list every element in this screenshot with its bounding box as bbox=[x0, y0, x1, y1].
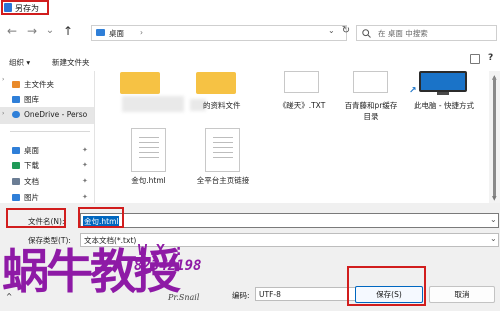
help-icon[interactable]: ? bbox=[488, 53, 493, 63]
chevron-down-icon[interactable]: ⌄ bbox=[490, 215, 497, 224]
highlight-box bbox=[78, 207, 124, 228]
gallery-icon bbox=[12, 96, 20, 103]
file-label: 百青藤和pr缓存目录 bbox=[344, 101, 398, 121]
expand-chevron-icon[interactable]: › bbox=[2, 76, 4, 83]
sidebar-item-gallery[interactable]: 图库 bbox=[12, 94, 39, 106]
sidebar-item-documents[interactable]: 文档 bbox=[12, 176, 39, 188]
file-label: 全平台主页链接 bbox=[196, 176, 250, 185]
search-icon bbox=[362, 29, 371, 38]
sidebar-item-home[interactable]: 主文件夹 bbox=[12, 79, 54, 91]
new-folder-button[interactable]: 新建文件夹 bbox=[52, 57, 90, 68]
filename-input[interactable] bbox=[80, 213, 499, 228]
organize-menu[interactable]: 组织 ▾ bbox=[9, 57, 30, 68]
computer-stand bbox=[437, 92, 449, 95]
file-label: 此电脑 - 快捷方式 bbox=[414, 101, 474, 110]
forward-icon[interactable]: → bbox=[26, 24, 38, 38]
watermark-signature: Pr.Snail bbox=[168, 293, 200, 302]
encoding-label: 编码: bbox=[232, 291, 250, 300]
download-icon bbox=[12, 162, 20, 169]
highlight-box bbox=[6, 208, 66, 228]
cloud-icon bbox=[12, 111, 20, 118]
chevron-down-icon[interactable]: ⌄ bbox=[328, 26, 335, 35]
notepad-icon bbox=[4, 3, 12, 12]
highlight-box bbox=[347, 266, 426, 306]
pin-icon: ✦ bbox=[82, 161, 88, 169]
refresh-icon[interactable]: ↻ bbox=[340, 24, 352, 38]
chevron-down-icon[interactable]: ⌄ bbox=[490, 234, 497, 243]
document-icon bbox=[353, 71, 388, 93]
folder-icon bbox=[196, 72, 236, 94]
desktop-icon bbox=[12, 147, 20, 154]
document-icon bbox=[131, 128, 166, 172]
watermark-wx-label: W X : bbox=[138, 241, 184, 259]
address-path-item[interactable]: 桌面 bbox=[109, 28, 124, 39]
view-options-icon[interactable] bbox=[470, 54, 480, 64]
sidebar-item-onedrive[interactable]: OneDrive - Perso bbox=[12, 110, 87, 122]
document-icon bbox=[284, 71, 319, 93]
blurred-label bbox=[122, 96, 184, 112]
scrollbar-thumb[interactable] bbox=[493, 77, 496, 197]
sidebar-item-downloads[interactable]: 下载 bbox=[12, 160, 39, 172]
home-icon bbox=[12, 81, 20, 88]
address-bar[interactable] bbox=[91, 25, 347, 41]
pin-icon: ✦ bbox=[82, 177, 88, 185]
back-icon[interactable]: ← bbox=[6, 24, 18, 38]
pin-icon: ✦ bbox=[82, 146, 88, 154]
shortcut-arrow-icon: ↗ bbox=[409, 86, 417, 96]
pane-divider bbox=[94, 71, 95, 204]
documents-icon bbox=[12, 178, 20, 185]
pictures-icon bbox=[12, 194, 20, 201]
file-label: 的资料文件 bbox=[203, 101, 241, 110]
title-bar bbox=[0, 0, 500, 17]
encoding-value[interactable]: UTF-8 bbox=[259, 290, 281, 299]
sidebar-divider bbox=[10, 131, 90, 132]
expand-chevron-icon[interactable]: › bbox=[2, 110, 4, 117]
watermark-wx-number: 82342198 bbox=[134, 258, 202, 274]
document-icon bbox=[205, 128, 240, 172]
folder-icon bbox=[120, 72, 160, 94]
desktop-folder-icon bbox=[96, 29, 105, 36]
search-placeholder: 在 桌面 中搜索 bbox=[378, 29, 428, 38]
chevron-right-icon[interactable]: › bbox=[140, 28, 143, 37]
window-title: 另存为 bbox=[15, 4, 39, 13]
pin-icon: ✦ bbox=[82, 193, 88, 201]
computer-icon bbox=[419, 71, 467, 92]
up-icon[interactable]: ↑ bbox=[62, 24, 74, 38]
scroll-down-icon[interactable]: ▼ bbox=[492, 195, 497, 202]
recent-dropdown-icon[interactable]: ⌄ bbox=[44, 24, 56, 38]
cancel-button[interactable]: 取消 bbox=[429, 286, 495, 303]
file-label: 金句.html bbox=[131, 176, 166, 185]
sidebar-item-desktop[interactable]: 桌面 bbox=[12, 145, 39, 157]
file-label: 《蹉天》.TXT bbox=[278, 101, 326, 110]
